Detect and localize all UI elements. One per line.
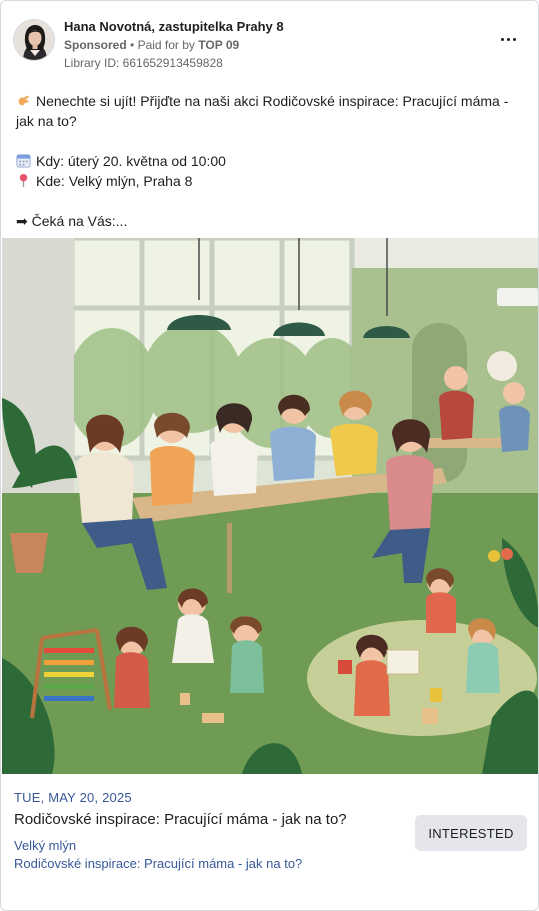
post-when-text: Kdy: úterý 20. května od 10:00 (36, 153, 226, 169)
post-line-intro: Nenechte si ujít! Přijďte na naši akci R… (16, 91, 526, 131)
more-horizontal-icon (500, 37, 504, 41)
meta-separator: • (130, 38, 135, 52)
post-line-when: Kdy: úterý 20. května od 10:00 (16, 151, 526, 171)
sponsored-line: Sponsored • Paid for by TOP 09 (64, 38, 239, 52)
event-date: TUE, MAY 20, 2025 (14, 790, 132, 805)
post-where-text: Kde: Velký mlýn, Praha 8 (36, 173, 193, 189)
more-dot (512, 37, 516, 41)
paid-for-by: TOP 09 (198, 38, 240, 52)
pin-icon (19, 173, 28, 188)
interested-button[interactable]: INTERESTED (415, 815, 527, 851)
advertiser-name[interactable]: Hana Novotná, zastupitelka Prahy 8 (64, 19, 284, 34)
event-cover-image[interactable] (2, 238, 538, 774)
event-name-link[interactable]: Rodičovské inspirace: Pracující máma - j… (14, 856, 302, 871)
more-options-button[interactable] (496, 29, 520, 49)
hand-wave-icon (18, 95, 29, 106)
paid-for-prefix: Paid for by (137, 38, 195, 52)
post-teaser: ➡ Čeká na Vás:... (16, 213, 128, 229)
library-id: Library ID: 661652913459828 (64, 56, 223, 70)
event-title[interactable]: Rodičovské inspirace: Pracující máma - j… (14, 811, 347, 828)
avatar-image (14, 20, 54, 60)
sponsored-label: Sponsored (64, 38, 127, 52)
event-footer: TUE, MAY 20, 2025 Rodičovské inspirace: … (1, 774, 538, 910)
post-text: Nenechte si ujít! Přijďte na naši akci R… (16, 91, 526, 231)
post-intro-text: Nenechte si ujít! Přijďte na naši akci R… (16, 93, 509, 129)
illustration-mothers-meeting (2, 238, 538, 774)
ad-card: Hana Novotná, zastupitelka Prahy 8 Spons… (0, 0, 539, 911)
advertiser-avatar[interactable] (13, 19, 55, 61)
more-dot (506, 37, 510, 41)
calendar-icon (16, 154, 31, 168)
ad-header: Hana Novotná, zastupitelka Prahy 8 Spons… (13, 19, 528, 71)
post-line-where: Kde: Velký mlýn, Praha 8 (16, 171, 526, 191)
event-place-link[interactable]: Velký mlýn (14, 838, 76, 853)
